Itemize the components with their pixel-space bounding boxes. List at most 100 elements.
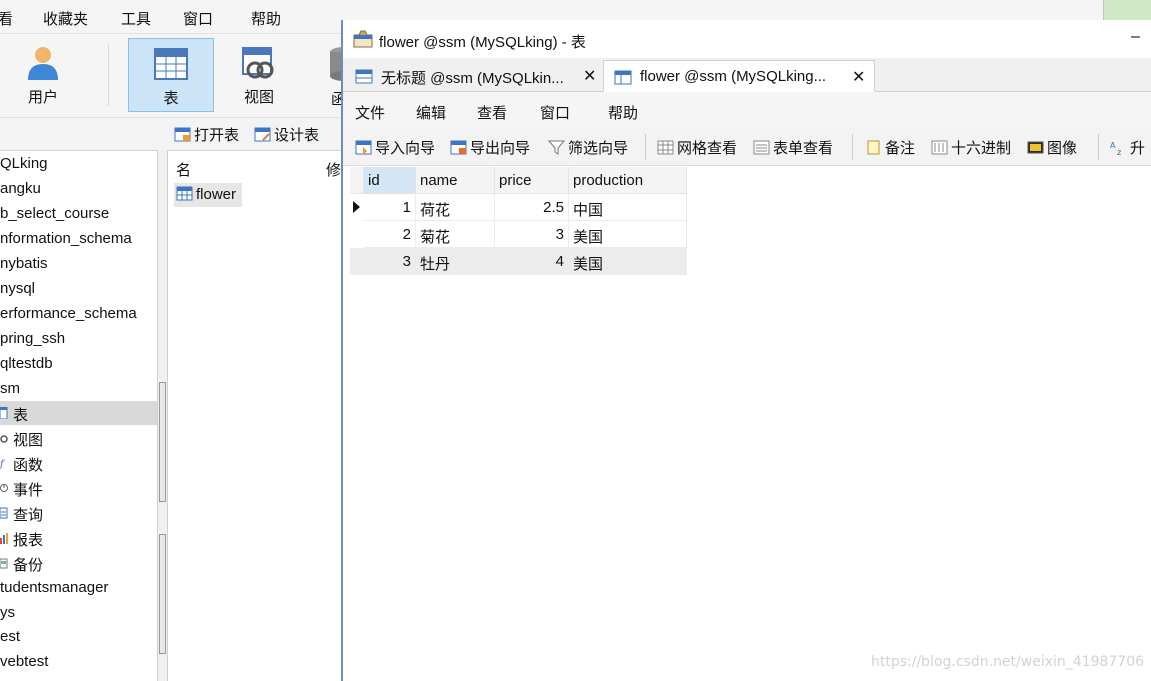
tree-item[interactable]: nysql xyxy=(0,277,157,301)
menu-favorites[interactable]: 收藏夹 xyxy=(43,8,88,29)
event-icon xyxy=(0,484,8,492)
function-icon xyxy=(330,47,341,81)
column-header-name[interactable]: name xyxy=(416,167,495,194)
splitter-grip[interactable] xyxy=(159,382,166,502)
splitter-grip[interactable] xyxy=(159,534,166,654)
tree-item-reports[interactable]: 报表 xyxy=(0,526,157,550)
open-table-button[interactable]: 打开表 xyxy=(174,124,239,145)
import-wizard-label: 导入向导 xyxy=(375,140,436,157)
window-titlebar[interactable]: flower @ssm (MySQLking) - 表 – xyxy=(343,20,1151,58)
image-button[interactable]: 图像 xyxy=(1027,137,1077,158)
grid-view-button[interactable]: 网格查看 xyxy=(657,137,737,158)
tab-flower[interactable]: flower @ssm (MySQLking... ✕ xyxy=(603,60,875,92)
close-tab-icon[interactable]: ✕ xyxy=(852,67,865,87)
design-table-button[interactable]: 设计表 xyxy=(254,124,319,145)
tree-item[interactable]: nybatis xyxy=(0,252,157,276)
open-table-icon xyxy=(174,127,191,142)
export-wizard-button[interactable]: 导出向导 xyxy=(450,137,530,158)
menu-view[interactable]: 看 xyxy=(0,8,13,29)
table-cell[interactable]: 中国 xyxy=(569,194,687,221)
hex-button[interactable]: 十六进制 xyxy=(931,137,1011,158)
object-list: 名 修 flower xyxy=(168,150,344,681)
column-header-id[interactable]: id xyxy=(364,167,416,194)
design-table-label: 设计表 xyxy=(274,127,320,144)
import-wizard-button[interactable]: 导入向导 xyxy=(355,137,435,158)
table-cell[interactable]: 美国 xyxy=(569,221,687,248)
tree-item-queries[interactable]: 查询 xyxy=(0,501,157,525)
minimize-button[interactable]: – xyxy=(1131,28,1140,46)
pane-splitter[interactable] xyxy=(158,150,168,681)
table-cell[interactable]: 2 xyxy=(364,221,416,248)
table-cell[interactable]: 荷花 xyxy=(416,194,495,221)
column-header-price[interactable]: price xyxy=(495,167,569,194)
tab-bar: 无标题 @ssm (MySQLkin... ✕ flower @ssm (MyS… xyxy=(343,58,1151,92)
table-cell[interactable]: 菊花 xyxy=(416,221,495,248)
tree-item[interactable]: est xyxy=(0,625,157,649)
column-header-name[interactable]: 名 xyxy=(176,159,191,180)
tree-item[interactable]: nformation_schema xyxy=(0,227,157,251)
menu-help[interactable]: 帮助 xyxy=(251,8,281,29)
filter-wizard-button[interactable]: 筛选向导 xyxy=(548,137,628,158)
memo-button[interactable]: 备注 xyxy=(865,137,915,158)
view-button[interactable]: 视图 xyxy=(216,38,302,112)
tree-item[interactable]: angku xyxy=(0,177,157,201)
menu-help[interactable]: 帮助 xyxy=(608,102,638,123)
form-icon xyxy=(753,140,770,155)
tree-item[interactable]: QLking xyxy=(0,152,157,176)
table-cell[interactable]: 3 xyxy=(364,248,416,275)
tree-item[interactable]: tudentsmanager xyxy=(0,576,157,600)
sort-asc-label: 升 xyxy=(1130,140,1146,157)
menu-window[interactable]: 窗口 xyxy=(540,102,570,123)
export-icon xyxy=(450,140,467,155)
table-cell[interactable]: 2.5 xyxy=(495,194,569,221)
table-cell[interactable]: 4 xyxy=(495,248,569,275)
form-view-button[interactable]: 表单查看 xyxy=(753,137,833,158)
tree-item[interactable]: vebtest xyxy=(0,650,157,674)
connection-tree[interactable]: QLking angku b_select_course nformation_… xyxy=(0,150,158,681)
table-cell[interactable]: 美国 xyxy=(569,248,687,275)
table-cell[interactable]: 3 xyxy=(495,221,569,248)
export-wizard-label: 导出向导 xyxy=(470,140,531,157)
row-header xyxy=(350,248,364,275)
object-item-flower[interactable]: flower xyxy=(174,183,243,207)
object-subtoolbar: 打开表 设计表 xyxy=(160,118,350,150)
tab-untitled[interactable]: 无标题 @ssm (MySQLkin... ✕ xyxy=(345,60,601,92)
tree-item-events[interactable]: 事件 xyxy=(0,476,157,500)
user-button[interactable]: 用户 xyxy=(0,38,86,112)
table-button[interactable]: 表 xyxy=(128,38,214,112)
function-button[interactable]: 函 xyxy=(300,38,341,112)
tree-item[interactable]: ys xyxy=(0,601,157,625)
svg-text:z: z xyxy=(1117,148,1121,155)
view-icon xyxy=(0,435,8,443)
menu-edit[interactable]: 编辑 xyxy=(416,102,446,123)
tree-item[interactable]: pring_ssh xyxy=(0,327,157,351)
column-header-modified[interactable]: 修 xyxy=(326,159,341,180)
memo-icon xyxy=(867,140,880,155)
menu-tools[interactable]: 工具 xyxy=(121,8,151,29)
menu-window[interactable]: 窗口 xyxy=(183,8,213,29)
tree-item-views[interactable]: 视图 xyxy=(0,426,157,450)
menu-view[interactable]: 查看 xyxy=(477,102,507,123)
tree-item-tables[interactable]: 表 xyxy=(0,401,157,425)
table-toolbar: 导入向导 导出向导 筛选向导 网格查看 表单查看 备注 十六进制 图像 Az 升 xyxy=(343,128,1151,166)
tree-item[interactable]: qltestdb xyxy=(0,352,157,376)
report-icon xyxy=(0,533,8,544)
column-header-production[interactable]: production xyxy=(569,167,687,194)
tree-item-ssm[interactable]: sm xyxy=(0,377,157,401)
tree-item[interactable]: b_select_course xyxy=(0,202,157,226)
view-icon xyxy=(242,47,274,79)
toolbar-separator xyxy=(645,134,646,160)
tree-item[interactable]: erformance_schema xyxy=(0,302,157,326)
svg-text:f: f xyxy=(0,459,6,469)
sort-ascending-button[interactable]: Az 升 xyxy=(1110,137,1145,158)
tab-label: 无标题 @ssm (MySQLkin... xyxy=(381,70,564,87)
tree-item-functions[interactable]: f 函数 xyxy=(0,451,157,475)
table-cell[interactable]: 牡丹 xyxy=(416,248,495,275)
table-editor-window: flower @ssm (MySQLking) - 表 – 无标题 @ssm (… xyxy=(341,20,1151,681)
table-cell[interactable]: 1 xyxy=(364,194,416,221)
close-tab-icon[interactable]: ✕ xyxy=(583,66,596,86)
table-icon xyxy=(176,186,193,201)
hex-icon xyxy=(931,140,948,155)
tree-item-backups[interactable]: 备份 xyxy=(0,551,157,575)
menu-file[interactable]: 文件 xyxy=(355,102,385,123)
